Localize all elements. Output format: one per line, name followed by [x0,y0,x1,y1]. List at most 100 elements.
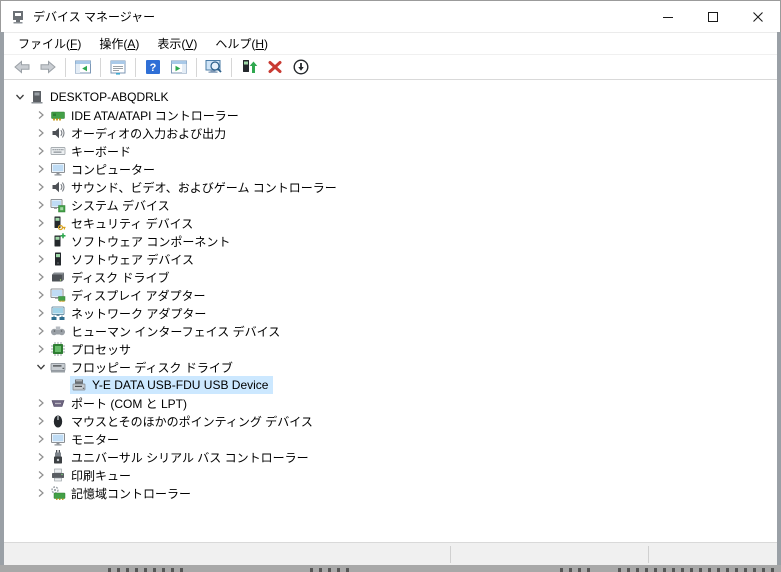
toolbar-separator [196,57,197,77]
tree-item-ide-ata-atapi[interactable]: IDE ATA/ATAPI コントローラー [4,106,777,124]
tree-item-label: システム デバイス [71,198,170,213]
tree-item-hid-devices[interactable]: ヒューマン インターフェイス デバイス [4,322,777,340]
disable-device-button[interactable] [288,56,314,79]
chevron-collapsed-icon[interactable] [33,233,49,249]
tree-item-ye-data-usb-fdu[interactable]: Y-E DATA USB-FDU USB Device [4,376,777,394]
tree-item-label: セキュリティ デバイス [71,216,194,231]
monitor-icon [50,431,66,447]
chevron-collapsed-icon[interactable] [33,269,49,285]
chevron-collapsed-icon[interactable] [33,341,49,357]
menu-file[interactable]: ファイル(F) [9,32,90,55]
tree-item-monitors[interactable]: モニター [4,430,777,448]
tree-item-content: キーボード [49,142,136,160]
monitor-icon [50,161,66,177]
tree-item-label: ディスク ドライブ [71,270,170,285]
scan-hardware-changes-button[interactable] [201,56,227,79]
maximize-button[interactable] [690,1,735,32]
chevron-collapsed-icon[interactable] [33,323,49,339]
tree-item-label: ポート (COM と LPT) [71,396,187,411]
properties-button[interactable] [105,56,131,79]
tree-item-sound-video-game[interactable]: サウンド、ビデオ、およびゲーム コントローラー [4,178,777,196]
action-pane-button[interactable] [166,56,192,79]
system-icon [50,197,66,213]
chevron-collapsed-icon[interactable] [33,485,49,501]
tree-item-content: DESKTOP-ABQDRLK [28,88,173,106]
tree-item-audio-inputs-outputs[interactable]: オーディオの入力および出力 [4,124,777,142]
cpu-icon [50,341,66,357]
tree-item-content: セキュリティ デバイス [49,214,198,232]
menu-view[interactable]: 表示(V) [148,32,206,55]
tree-item-processors[interactable]: プロセッサ [4,340,777,358]
chevron-collapsed-icon[interactable] [33,467,49,483]
chevron-collapsed-icon[interactable] [33,449,49,465]
tree-item-label: ユニバーサル シリアル バス コントローラー [71,450,309,465]
minimize-button[interactable] [645,1,690,32]
usb-icon [50,449,66,465]
tree-item-disk-drives[interactable]: ディスク ドライブ [4,268,777,286]
chevron-collapsed-icon[interactable] [33,125,49,141]
close-button[interactable] [735,1,780,32]
background-window-text-fragment [108,568,183,572]
show-console-tree-button[interactable] [70,56,96,79]
chevron-collapsed-icon[interactable] [33,107,49,123]
chevron-collapsed-icon[interactable] [33,251,49,267]
scan-monitor-magnifier-icon [205,58,223,76]
chevron-expanded-icon[interactable] [33,359,49,375]
tree-item-label: マウスとそのほかのポインティング デバイス [71,414,313,429]
chevron-collapsed-icon[interactable] [33,431,49,447]
tree-item-desktop-abqdrlk[interactable]: DESKTOP-ABQDRLK [4,88,777,106]
tree-item-security-devices[interactable]: セキュリティ デバイス [4,214,777,232]
forward-button[interactable] [35,56,61,79]
status-bar [4,542,777,565]
help-button[interactable]: ? [140,56,166,79]
chevron-expanded-icon[interactable] [12,89,28,105]
device-manager-app-icon [10,9,26,25]
tree-item-label: Y-E DATA USB-FDU USB Device [92,378,269,392]
chevron-collapsed-icon[interactable] [33,305,49,321]
chevron-collapsed-icon[interactable] [33,215,49,231]
floppy-drive-icon [50,359,66,375]
status-separator [450,546,451,563]
tree-item-ports-com-lpt[interactable]: ポート (COM と LPT) [4,394,777,412]
device-up-arrow-icon [240,58,258,76]
tree-item-content: 印刷キュー [49,466,136,484]
tree-item-system-devices[interactable]: システム デバイス [4,196,777,214]
tree-item-software-devices[interactable]: ソフトウェア デバイス [4,250,777,268]
toolbar-separator [135,57,136,77]
chevron-collapsed-icon[interactable] [33,395,49,411]
tree-item-mice-pointing[interactable]: マウスとそのほかのポインティング デバイス [4,412,777,430]
port-icon [50,395,66,411]
tree-item-label: 記憶域コントローラー [71,486,192,501]
menu-help[interactable]: ヘルプ(H) [206,32,277,55]
help-question-icon: ? [144,58,162,76]
chevron-collapsed-icon[interactable] [33,197,49,213]
tree-item-print-queues[interactable]: 印刷キュー [4,466,777,484]
back-button[interactable] [9,56,35,79]
chevron-collapsed-icon[interactable] [33,413,49,429]
background-window-text-fragment [618,568,778,572]
tree-item-storage-controllers[interactable]: 記憶域コントローラー [4,484,777,502]
tree-item-label: サウンド、ビデオ、およびゲーム コントローラー [71,180,337,195]
tree-item-display-adapters[interactable]: ディスプレイ アダプター [4,286,777,304]
chevron-collapsed-icon[interactable] [33,179,49,195]
uninstall-device-button[interactable] [262,56,288,79]
keyboard-icon [50,143,66,159]
tree-item-keyboards[interactable]: キーボード [4,142,777,160]
background-window-text-fragment [310,568,350,572]
tree-item-label: ネットワーク アダプター [71,306,207,321]
tree-item-software-components[interactable]: ソフトウェア コンポーネント [4,232,777,250]
tree-item-computer[interactable]: コンピューター [4,160,777,178]
menu-action[interactable]: 操作(A) [90,32,148,55]
tree-item-label: DESKTOP-ABQDRLK [50,90,169,104]
action-pane-icon [170,58,188,76]
tree-item-usb-controllers[interactable]: ユニバーサル シリアル バス コントローラー [4,448,777,466]
tree-item-content: 記憶域コントローラー [49,484,196,502]
computer-icon [29,89,45,105]
tree-item-network-adapters[interactable]: ネットワーク アダプター [4,304,777,322]
chevron-collapsed-icon[interactable] [33,287,49,303]
chevron-collapsed-icon[interactable] [33,161,49,177]
chevron-collapsed-icon[interactable] [33,143,49,159]
update-driver-button[interactable] [236,56,262,79]
tree-item-content: ソフトウェア デバイス [49,250,199,268]
tree-item-floppy-disk-drives[interactable]: フロッピー ディスク ドライブ [4,358,777,376]
